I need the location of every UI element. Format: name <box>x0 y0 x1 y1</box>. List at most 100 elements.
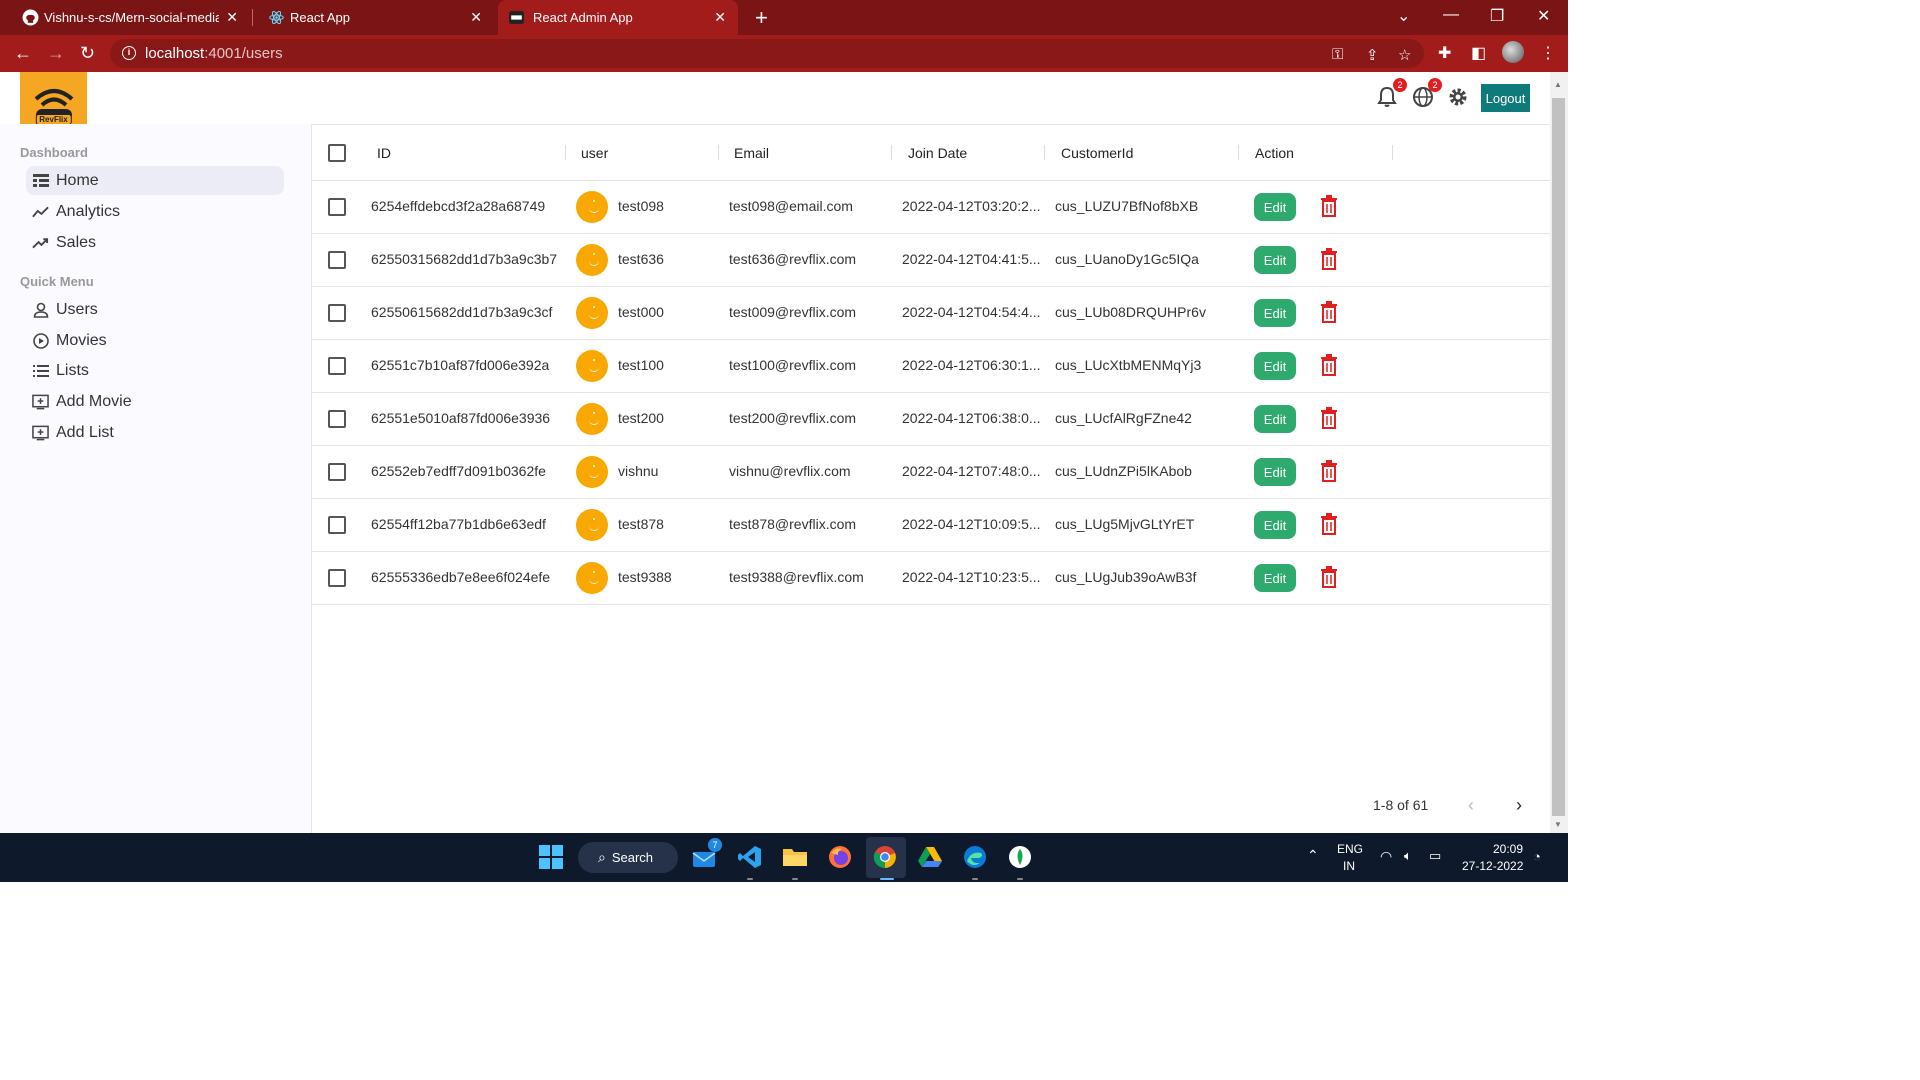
delete-icon[interactable] <box>1320 566 1338 588</box>
reload-icon[interactable]: ↻ <box>80 43 95 64</box>
sidebar-item-lists[interactable]: Lists <box>26 356 284 385</box>
sidebar-item-sales[interactable]: Sales <box>26 228 284 257</box>
language-indicator[interactable]: ENG <box>1337 842 1363 856</box>
language-button[interactable]: 2 <box>1412 78 1442 110</box>
minimize-icon[interactable]: — <box>1443 6 1459 24</box>
edit-button[interactable]: Edit <box>1254 405 1296 433</box>
notifications-button[interactable]: 2 <box>1377 78 1407 110</box>
region-indicator[interactable]: IN <box>1343 859 1355 873</box>
delete-icon[interactable] <box>1320 513 1338 535</box>
taskbar-mail-app[interactable]: 7 <box>690 838 722 872</box>
column-separator[interactable] <box>1392 145 1393 160</box>
sidebar-item-add-list[interactable]: Add List <box>26 418 284 447</box>
scroll-up-icon[interactable]: ▲ <box>1554 80 1562 89</box>
close-window-icon[interactable]: ✕ <box>1537 6 1550 26</box>
delete-icon[interactable] <box>1320 354 1338 376</box>
wifi-icon[interactable]: ◠ <box>1380 848 1392 865</box>
scroll-thumb[interactable] <box>1552 98 1565 816</box>
url-text[interactable]: localhost:4001/users <box>145 45 283 62</box>
volume-icon[interactable]: 🔈︎ <box>1404 848 1412 864</box>
page-scrollbar[interactable]: ▲ ▼ <box>1550 72 1568 833</box>
row-select-checkbox[interactable] <box>328 516 346 534</box>
browser-tab-react-admin-app[interactable]: React Admin App ✕ <box>498 0 738 35</box>
close-tab-icon[interactable]: ✕ <box>714 9 726 26</box>
previous-page-icon[interactable]: ‹ <box>1468 795 1474 816</box>
extensions-icon[interactable]: ✚ <box>1438 43 1451 63</box>
column-separator[interactable] <box>891 145 892 160</box>
settings-button[interactable] <box>1447 86 1471 110</box>
back-icon[interactable]: ← <box>14 43 32 64</box>
column-header-user[interactable]: user <box>581 145 608 161</box>
restore-icon[interactable]: ❐ <box>1490 6 1504 26</box>
taskbar-firefox-app[interactable] <box>825 842 855 872</box>
sidebar-item-movies[interactable]: Movies <box>26 326 284 355</box>
delete-icon[interactable] <box>1320 195 1338 217</box>
browser-tab-react-app[interactable]: React App ✕ <box>252 0 494 35</box>
sidebar-item-users[interactable]: Users <box>26 295 284 324</box>
sidebar-item-add-movie[interactable]: Add Movie <box>26 387 284 416</box>
edit-button[interactable]: Edit <box>1254 246 1296 274</box>
column-header-join-date[interactable]: Join Date <box>908 145 967 161</box>
browser-tab-github[interactable]: Vishnu-s-cs/Mern-social-media-a ✕ <box>12 0 250 35</box>
row-select-checkbox[interactable] <box>328 410 346 428</box>
share-icon[interactable]: ⇪ <box>1366 46 1379 64</box>
column-separator[interactable] <box>718 145 719 160</box>
delete-icon[interactable] <box>1320 460 1338 482</box>
menu-kebab-icon[interactable]: ⋮ <box>1540 43 1556 63</box>
clock-time[interactable]: 20:09 <box>1493 842 1523 856</box>
edit-button[interactable]: Edit <box>1254 299 1296 327</box>
delete-icon[interactable] <box>1320 248 1338 270</box>
taskbar-vscode-app[interactable] <box>735 842 765 872</box>
info-icon[interactable]: i <box>122 46 136 60</box>
forward-icon[interactable]: → <box>47 43 65 64</box>
row-select-checkbox[interactable] <box>328 304 346 322</box>
key-icon[interactable]: ⚿ <box>1332 46 1343 63</box>
close-tab-icon[interactable]: ✕ <box>470 9 482 26</box>
notification-center-icon[interactable]: ◔ <box>1533 849 1541 864</box>
table-row[interactable]: 6254effdebcd3f2a28a68749 test098 test098@e… <box>312 181 1551 234</box>
logout-button[interactable]: Logout <box>1481 84 1530 112</box>
close-tab-icon[interactable]: ✕ <box>226 9 238 26</box>
row-select-checkbox[interactable] <box>328 569 346 587</box>
bookmark-star-icon[interactable]: ☆ <box>1398 46 1411 64</box>
table-row[interactable]: 62550315682dd1d7b3a9c3b7 test636 test636@r… <box>312 234 1551 287</box>
column-separator[interactable] <box>1238 145 1239 160</box>
delete-icon[interactable] <box>1320 407 1338 429</box>
column-header-action[interactable]: Action <box>1255 145 1294 161</box>
scroll-down-icon[interactable]: ▼ <box>1554 820 1562 829</box>
clock-date[interactable]: 27-12-2022 <box>1462 859 1523 873</box>
table-row[interactable]: 62551c7b10af87fd006e392a test100 test100@r… <box>312 340 1551 393</box>
column-separator[interactable] <box>565 145 566 160</box>
row-select-checkbox[interactable] <box>328 198 346 216</box>
edit-button[interactable]: Edit <box>1254 458 1296 486</box>
column-header-email[interactable]: Email <box>734 145 769 161</box>
taskbar-search[interactable]: ⌕ Search <box>578 842 678 873</box>
row-select-checkbox[interactable] <box>328 251 346 269</box>
taskbar-edge-app[interactable] <box>960 842 990 872</box>
table-row[interactable]: 62550615682dd1d7b3a9c3cf test000 test009@r… <box>312 287 1551 340</box>
edit-button[interactable]: Edit <box>1254 564 1296 592</box>
delete-icon[interactable] <box>1320 301 1338 323</box>
sidebar-item-home[interactable]: Home <box>26 166 284 195</box>
taskbar-file-explorer-app[interactable] <box>780 842 810 872</box>
sidebar-item-analytics[interactable]: Analytics <box>26 197 284 226</box>
taskbar-google-drive-app[interactable] <box>915 842 945 872</box>
column-header-customer-id[interactable]: CustomerId <box>1061 145 1133 161</box>
select-all-checkbox[interactable] <box>328 144 346 162</box>
table-row[interactable]: 62554ff12ba77b1db6e63edf test878 test878@r… <box>312 499 1551 552</box>
table-row[interactable]: 62551e5010af87fd006e3936 test200 test200@r… <box>312 393 1551 446</box>
profile-avatar[interactable] <box>1502 41 1524 63</box>
next-page-icon[interactable]: › <box>1516 795 1522 816</box>
table-row[interactable]: 62555336edb7e8ee6f024efe test9388 test9388… <box>312 552 1551 605</box>
taskbar-chrome-app[interactable] <box>870 842 900 872</box>
column-separator[interactable] <box>1044 145 1045 160</box>
edit-button[interactable]: Edit <box>1254 193 1296 221</box>
row-select-checkbox[interactable] <box>328 463 346 481</box>
show-hidden-icons-icon[interactable]: ⌃ <box>1307 847 1319 864</box>
battery-icon[interactable]: ▭ <box>1429 848 1441 864</box>
address-bar[interactable]: i localhost:4001/users ⚿ ⇪ ☆ <box>110 39 1424 68</box>
table-row[interactable]: 62552eb7edff7d091b0362fe vishnu vishnu@rev… <box>312 446 1551 499</box>
edit-button[interactable]: Edit <box>1254 511 1296 539</box>
row-select-checkbox[interactable] <box>328 357 346 375</box>
new-tab-button[interactable]: + <box>755 5 768 31</box>
